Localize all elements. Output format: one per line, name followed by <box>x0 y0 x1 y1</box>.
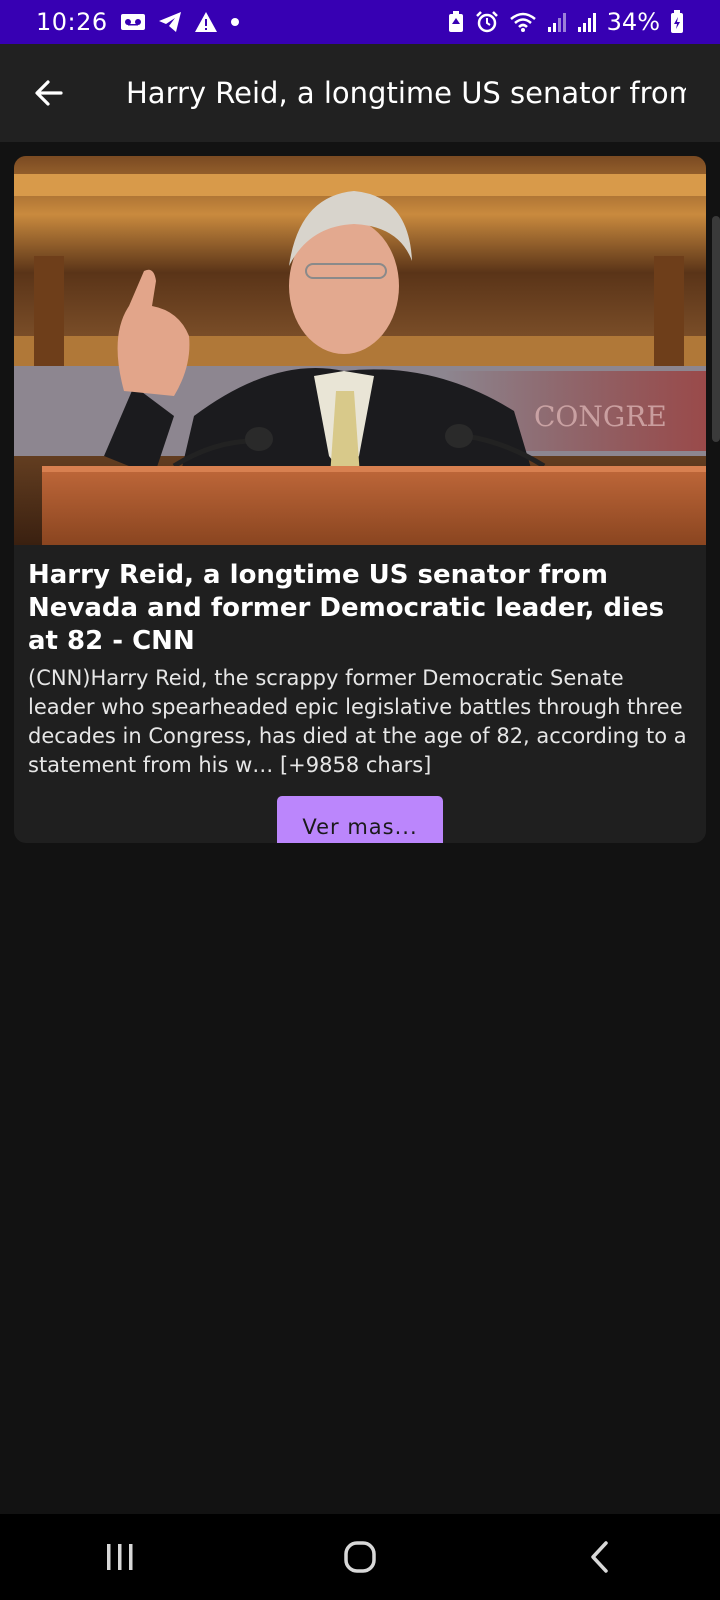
status-right: 34% <box>447 8 684 36</box>
nav-back-button[interactable] <box>540 1514 660 1600</box>
article-description: (CNN)Harry Reid, the scrappy former Demo… <box>28 666 687 777</box>
article-body: Harry Reid, a longtime US senator from N… <box>14 545 706 843</box>
svg-text:CONGRE: CONGRE <box>534 400 667 433</box>
screen: 10:26 34% Harry Reid, a longtime US sena… <box>0 0 720 1600</box>
navigation-bar <box>0 1514 720 1600</box>
home-button[interactable] <box>300 1514 420 1600</box>
article-photo: CONGRE <box>14 156 706 545</box>
app-bar: Harry Reid, a longtime US senator from <box>0 44 720 142</box>
voicemail-icon <box>120 12 146 32</box>
arrow-left-icon <box>35 80 63 106</box>
app-bar-title: Harry Reid, a longtime US senator from <box>126 76 686 110</box>
recents-icon <box>107 1544 133 1570</box>
status-bar: 10:26 34% <box>0 0 720 44</box>
back-icon <box>591 1541 608 1573</box>
battery-charging-icon <box>670 10 684 34</box>
home-icon <box>344 1541 376 1573</box>
recents-button[interactable] <box>60 1514 180 1600</box>
battery-saver-icon <box>447 11 465 33</box>
telegram-icon <box>158 11 182 33</box>
signal-icon <box>577 11 597 33</box>
status-time: 10:26 <box>36 8 108 36</box>
scrollbar[interactable] <box>712 216 720 442</box>
signal-icon <box>547 11 567 33</box>
warning-icon <box>194 11 218 33</box>
article-card[interactable]: CONGRE Harry Reid, a longtime US senator… <box>14 156 706 843</box>
wifi-icon <box>509 11 537 33</box>
back-button[interactable] <box>0 44 98 142</box>
article-title: Harry Reid, a longtime US senator from N… <box>28 560 665 656</box>
alarm-icon <box>475 10 499 34</box>
status-left: 10:26 <box>36 8 240 36</box>
battery-percentage: 34% <box>606 8 660 36</box>
dot-icon <box>230 17 240 27</box>
see-more-button[interactable]: Ver mas... <box>277 796 443 843</box>
article-image: CONGRE <box>14 156 706 545</box>
